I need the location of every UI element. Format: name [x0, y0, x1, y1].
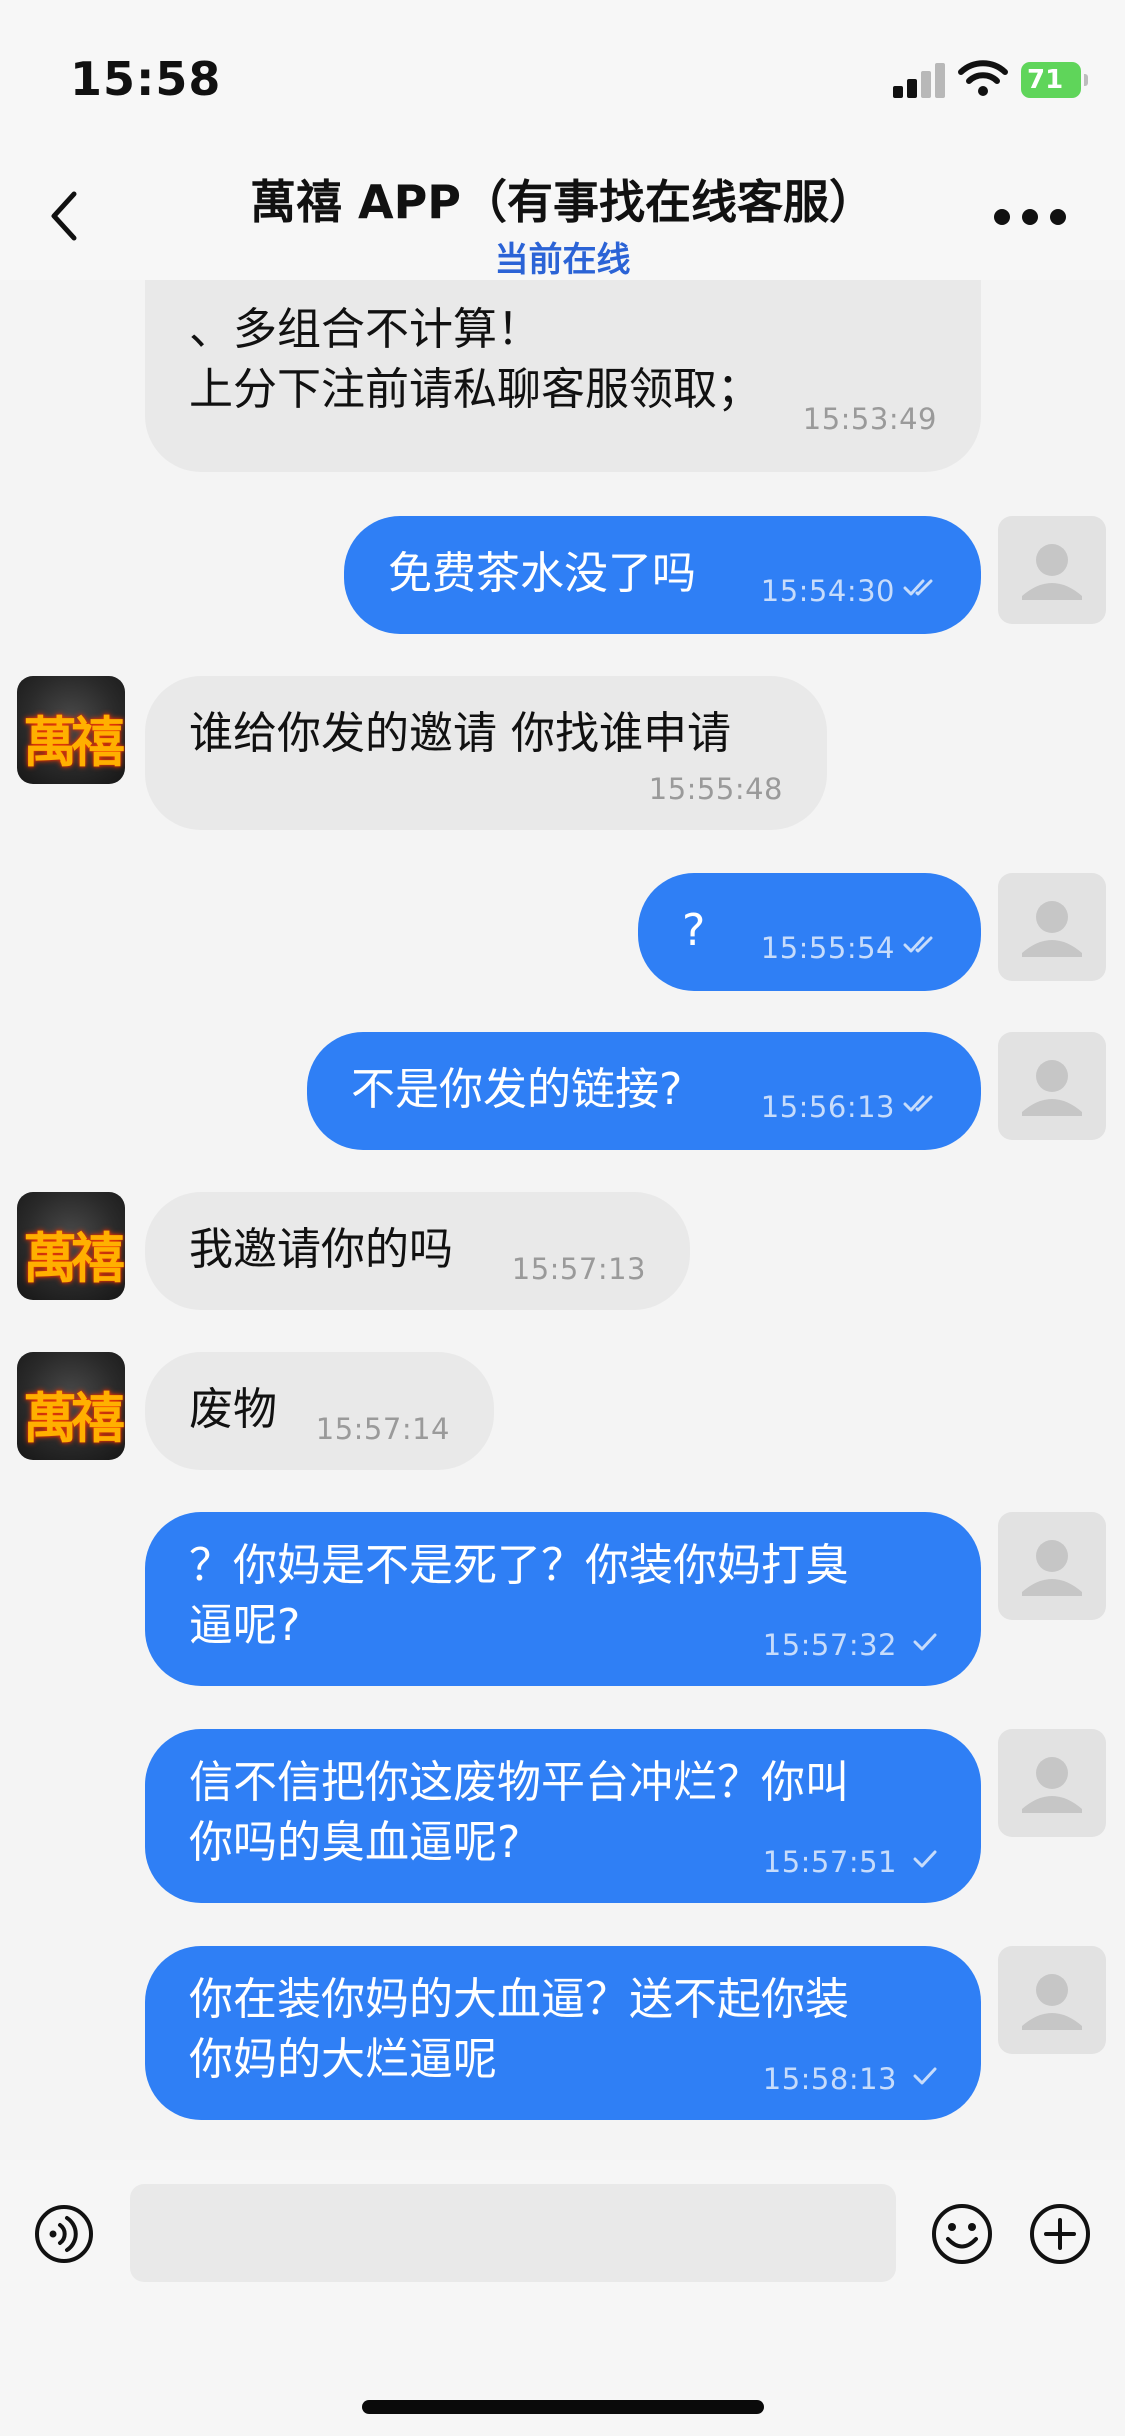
message-list[interactable]: 、多组合不计算！ 上分下注前请私聊客服领取； 15:53:49 免费茶水没了吗 …	[0, 280, 1125, 2160]
message-bubble-incoming[interactable]: 废物 15:57:14	[145, 1352, 494, 1470]
user-avatar[interactable]	[998, 1946, 1106, 2054]
message-text: 谁给你发的邀请 你找谁申请	[189, 708, 731, 759]
cellular-signal-icon	[893, 62, 947, 98]
person-icon	[1022, 1757, 1082, 1813]
double-check-icon	[903, 579, 933, 596]
check-icon	[913, 2067, 937, 2085]
message-text: ？你妈是不是死了？你装你妈打臭 逼呢?	[189, 1540, 849, 1651]
person-icon	[1022, 544, 1082, 600]
message-text: 废物	[189, 1384, 277, 1435]
user-avatar[interactable]	[998, 1512, 1106, 1620]
check-icon	[913, 1633, 937, 1651]
message-bubble-outgoing[interactable]: 你在装你妈的大血逼？送不起你装 你妈的大烂逼呢 15:58:13	[145, 1946, 981, 2120]
voice-icon[interactable]	[34, 2204, 94, 2264]
message-text: 不是你发的链接?	[351, 1064, 683, 1115]
message-bubble-incoming[interactable]: 我邀请你的吗 15:57:13	[145, 1192, 690, 1310]
message-text: ?	[682, 905, 706, 956]
chevron-left-icon[interactable]	[40, 186, 90, 246]
message-bubble-outgoing[interactable]: 免费茶水没了吗 15:54:30	[344, 516, 981, 634]
battery-icon: 71	[1021, 62, 1088, 98]
message-bubble-outgoing[interactable]: 不是你发的链接? 15:56:13	[307, 1032, 981, 1150]
double-check-icon	[903, 1095, 933, 1112]
message-text: 你在装你妈的大血逼？送不起你装 你妈的大烂逼呢	[189, 1974, 849, 2085]
double-check-icon	[903, 936, 933, 953]
message-bubble-incoming[interactable]: 、多组合不计算！ 上分下注前请私聊客服领取； 15:53:49	[145, 280, 981, 472]
status-time: 15:58	[70, 52, 222, 106]
agent-avatar[interactable]: 萬禧	[17, 676, 125, 784]
chat-header: 萬禧 APP（有事找在线客服） 当前在线	[0, 150, 1125, 280]
message-text: 、多组合不计算！ 上分下注前请私聊客服领取；	[189, 304, 761, 415]
message-time: 15:53:49	[802, 402, 937, 436]
wifi-icon	[958, 60, 1008, 96]
message-input[interactable]	[130, 2184, 896, 2282]
message-text: 信不信把你这废物平台冲烂？你叫 你吗的臭血逼呢?	[189, 1757, 849, 1868]
check-icon	[913, 1850, 937, 1868]
plus-icon[interactable]	[1028, 2202, 1092, 2266]
message-bubble-outgoing[interactable]: ？你妈是不是死了？你装你妈打臭 逼呢? 15:57:32	[145, 1512, 981, 1686]
agent-avatar-logo: 萬禧	[23, 711, 125, 774]
agent-avatar[interactable]: 萬禧	[17, 1352, 125, 1460]
user-avatar[interactable]	[998, 873, 1106, 981]
message-bubble-incoming[interactable]: 谁给你发的邀请 你找谁申请 15:55:48	[145, 676, 827, 830]
person-icon	[1022, 1060, 1082, 1116]
message-time: 15:55:48	[648, 772, 783, 806]
battery-level: 71	[1027, 65, 1064, 95]
user-avatar[interactable]	[998, 1729, 1106, 1837]
message-time: 15:58:13	[762, 2062, 897, 2096]
chat-title: 萬禧 APP（有事找在线客服）	[249, 175, 876, 229]
message-time: 15:56:13	[760, 1090, 895, 1124]
agent-avatar-logo: 萬禧	[23, 1387, 125, 1450]
message-time: 15:54:30	[760, 574, 895, 608]
emoji-icon[interactable]	[930, 2202, 994, 2266]
more-dots-icon[interactable]	[990, 200, 1070, 234]
message-text: 我邀请你的吗	[189, 1224, 453, 1275]
message-bubble-outgoing[interactable]: ? 15:55:54	[638, 873, 981, 991]
person-icon	[1022, 901, 1082, 957]
message-time: 15:57:14	[315, 1412, 450, 1446]
person-icon	[1022, 1974, 1082, 2030]
online-status: 当前在线	[494, 240, 631, 280]
home-indicator	[362, 2400, 764, 2414]
message-time: 15:57:32	[762, 1628, 897, 1662]
message-bubble-outgoing[interactable]: 信不信把你这废物平台冲烂？你叫 你吗的臭血逼呢? 15:57:51	[145, 1729, 981, 1903]
message-time: 15:57:13	[511, 1252, 646, 1286]
status-bar: 15:58 71	[0, 0, 1125, 150]
person-icon	[1022, 1540, 1082, 1596]
message-time: 15:57:51	[762, 1845, 897, 1879]
message-time: 15:55:54	[760, 931, 895, 965]
user-avatar[interactable]	[998, 1032, 1106, 1140]
message-text: 免费茶水没了吗	[388, 548, 696, 599]
agent-avatar[interactable]: 萬禧	[17, 1192, 125, 1300]
user-avatar[interactable]	[998, 516, 1106, 624]
agent-avatar-logo: 萬禧	[23, 1227, 125, 1290]
composer-bar	[0, 2160, 1125, 2436]
